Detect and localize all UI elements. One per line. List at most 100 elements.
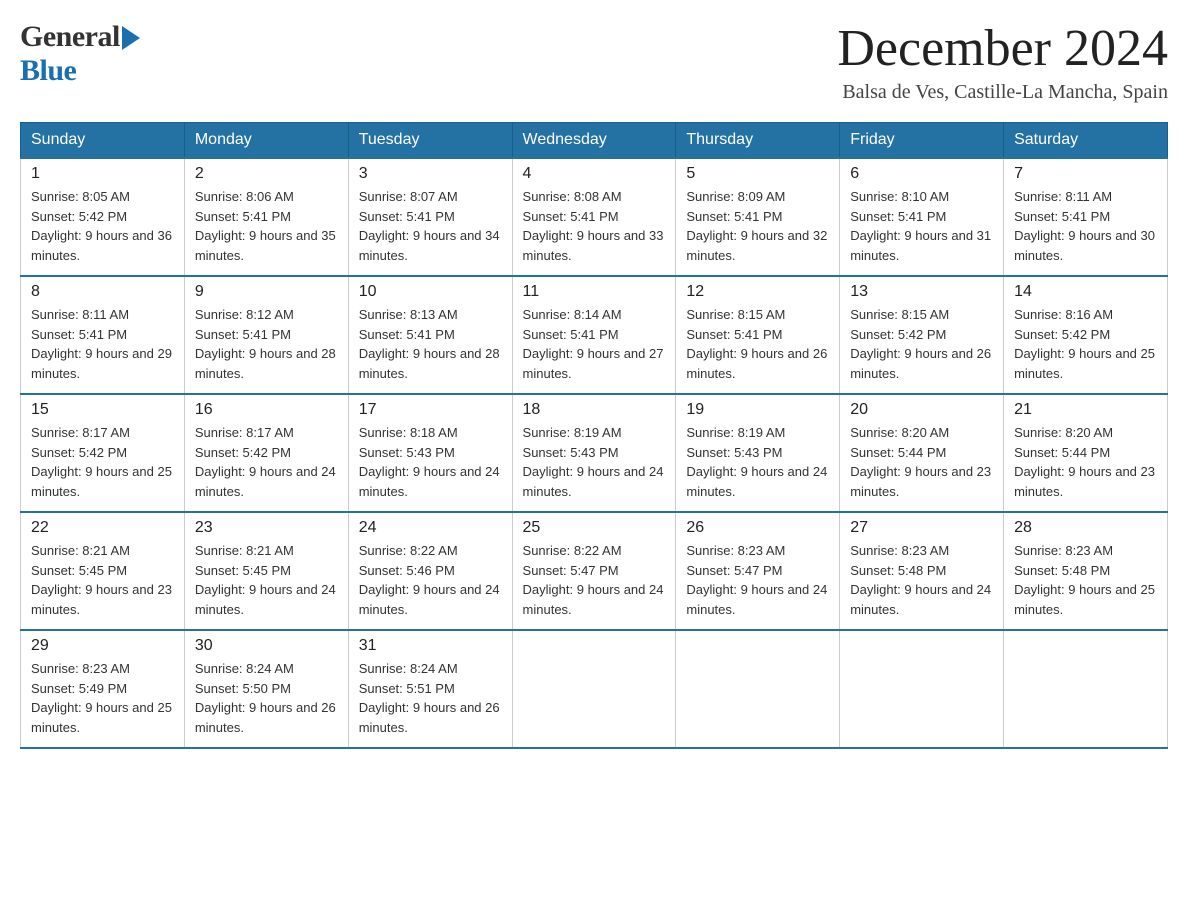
calendar-day-cell: 7 Sunrise: 8:11 AMSunset: 5:41 PMDaylight… xyxy=(1004,158,1168,276)
day-number: 29 xyxy=(31,637,174,655)
day-number: 15 xyxy=(31,401,174,419)
logo-arrow-icon xyxy=(122,26,140,50)
calendar-day-cell: 29 Sunrise: 8:23 AMSunset: 5:49 PMDayligh… xyxy=(21,630,185,748)
logo-general-text: General xyxy=(20,20,120,54)
calendar-day-cell xyxy=(512,630,676,748)
day-number: 18 xyxy=(523,401,666,419)
day-info: Sunrise: 8:16 AMSunset: 5:42 PMDaylight:… xyxy=(1014,305,1157,383)
day-info: Sunrise: 8:23 AMSunset: 5:48 PMDaylight:… xyxy=(1014,541,1157,619)
day-number: 21 xyxy=(1014,401,1157,419)
calendar-day-cell: 10Sunrise: 8:13 AMSunset: 5:41 PMDayligh… xyxy=(348,276,512,394)
day-info: Sunrise: 8:10 AMSunset: 5:41 PMDaylight:… xyxy=(850,187,993,265)
calendar-day-cell: 24 Sunrise: 8:22 AMSunset: 5:46 PMDayligh… xyxy=(348,512,512,630)
title-section: December 2024 Balsa de Ves, Castille-La … xyxy=(837,20,1168,104)
day-info: Sunrise: 8:15 AMSunset: 5:42 PMDaylight:… xyxy=(850,305,993,383)
day-number: 5 xyxy=(686,165,829,183)
calendar-day-cell: 18 Sunrise: 8:19 AMSunset: 5:43 PMDayligh… xyxy=(512,394,676,512)
calendar-day-cell: 2Sunrise: 8:06 AMSunset: 5:41 PMDaylight… xyxy=(184,158,348,276)
logo: General Blue xyxy=(20,20,140,88)
day-info: Sunrise: 8:12 AMSunset: 5:41 PMDaylight:… xyxy=(195,305,338,383)
calendar-day-cell: 14 Sunrise: 8:16 AMSunset: 5:42 PMDayligh… xyxy=(1004,276,1168,394)
day-number: 10 xyxy=(359,283,502,301)
day-number: 4 xyxy=(523,165,666,183)
day-number: 20 xyxy=(850,401,993,419)
calendar-day-cell: 8Sunrise: 8:11 AMSunset: 5:41 PMDaylight… xyxy=(21,276,185,394)
day-info: Sunrise: 8:08 AMSunset: 5:41 PMDaylight:… xyxy=(523,187,666,265)
day-number: 22 xyxy=(31,519,174,537)
day-info: Sunrise: 8:23 AMSunset: 5:49 PMDaylight:… xyxy=(31,659,174,737)
day-info: Sunrise: 8:22 AMSunset: 5:47 PMDaylight:… xyxy=(523,541,666,619)
calendar-table: SundayMondayTuesdayWednesdayThursdayFrid… xyxy=(20,122,1168,749)
day-info: Sunrise: 8:18 AMSunset: 5:43 PMDaylight:… xyxy=(359,423,502,501)
calendar-day-cell: 16Sunrise: 8:17 AMSunset: 5:42 PMDayligh… xyxy=(184,394,348,512)
calendar-week-row: 15 Sunrise: 8:17 AMSunset: 5:42 PMDayligh… xyxy=(21,394,1168,512)
day-info: Sunrise: 8:19 AMSunset: 5:43 PMDaylight:… xyxy=(523,423,666,501)
day-number: 9 xyxy=(195,283,338,301)
day-info: Sunrise: 8:11 AMSunset: 5:41 PMDaylight:… xyxy=(31,305,174,383)
day-number: 12 xyxy=(686,283,829,301)
day-info: Sunrise: 8:06 AMSunset: 5:41 PMDaylight:… xyxy=(195,187,338,265)
day-number: 30 xyxy=(195,637,338,655)
day-number: 31 xyxy=(359,637,502,655)
calendar-week-row: 1 Sunrise: 8:05 AMSunset: 5:42 PMDaylight… xyxy=(21,158,1168,276)
day-number: 27 xyxy=(850,519,993,537)
day-info: Sunrise: 8:07 AMSunset: 5:41 PMDaylight:… xyxy=(359,187,502,265)
day-number: 14 xyxy=(1014,283,1157,301)
calendar-day-cell: 13 Sunrise: 8:15 AMSunset: 5:42 PMDayligh… xyxy=(840,276,1004,394)
calendar-day-cell: 6 Sunrise: 8:10 AMSunset: 5:41 PMDaylight… xyxy=(840,158,1004,276)
calendar-day-cell: 28 Sunrise: 8:23 AMSunset: 5:48 PMDayligh… xyxy=(1004,512,1168,630)
calendar-week-row: 22 Sunrise: 8:21 AMSunset: 5:45 PMDayligh… xyxy=(21,512,1168,630)
calendar-day-cell: 15 Sunrise: 8:17 AMSunset: 5:42 PMDayligh… xyxy=(21,394,185,512)
calendar-day-cell: 22 Sunrise: 8:21 AMSunset: 5:45 PMDayligh… xyxy=(21,512,185,630)
day-number: 3 xyxy=(359,165,502,183)
calendar-day-cell: 3 Sunrise: 8:07 AMSunset: 5:41 PMDaylight… xyxy=(348,158,512,276)
calendar-day-cell: 21Sunrise: 8:20 AMSunset: 5:44 PMDayligh… xyxy=(1004,394,1168,512)
calendar-day-cell: 30 Sunrise: 8:24 AMSunset: 5:50 PMDayligh… xyxy=(184,630,348,748)
location-text: Balsa de Ves, Castille-La Mancha, Spain xyxy=(837,81,1168,104)
calendar-day-cell: 27 Sunrise: 8:23 AMSunset: 5:48 PMDayligh… xyxy=(840,512,1004,630)
day-number: 1 xyxy=(31,165,174,183)
day-info: Sunrise: 8:23 AMSunset: 5:48 PMDaylight:… xyxy=(850,541,993,619)
calendar-day-cell: 26Sunrise: 8:23 AMSunset: 5:47 PMDayligh… xyxy=(676,512,840,630)
calendar-week-row: 8Sunrise: 8:11 AMSunset: 5:41 PMDaylight… xyxy=(21,276,1168,394)
calendar-day-cell: 12 Sunrise: 8:15 AMSunset: 5:41 PMDayligh… xyxy=(676,276,840,394)
day-number: 25 xyxy=(523,519,666,537)
day-info: Sunrise: 8:24 AMSunset: 5:51 PMDaylight:… xyxy=(359,659,502,737)
calendar-day-cell xyxy=(1004,630,1168,748)
day-info: Sunrise: 8:17 AMSunset: 5:42 PMDaylight:… xyxy=(31,423,174,501)
day-info: Sunrise: 8:15 AMSunset: 5:41 PMDaylight:… xyxy=(686,305,829,383)
day-number: 28 xyxy=(1014,519,1157,537)
calendar-header-row: SundayMondayTuesdayWednesdayThursdayFrid… xyxy=(21,123,1168,159)
day-info: Sunrise: 8:22 AMSunset: 5:46 PMDaylight:… xyxy=(359,541,502,619)
day-number: 23 xyxy=(195,519,338,537)
day-number: 7 xyxy=(1014,165,1157,183)
day-number: 11 xyxy=(523,283,666,301)
day-of-week-header: Friday xyxy=(840,123,1004,159)
calendar-week-row: 29 Sunrise: 8:23 AMSunset: 5:49 PMDayligh… xyxy=(21,630,1168,748)
day-info: Sunrise: 8:19 AMSunset: 5:43 PMDaylight:… xyxy=(686,423,829,501)
calendar-day-cell: 25 Sunrise: 8:22 AMSunset: 5:47 PMDayligh… xyxy=(512,512,676,630)
day-of-week-header: Tuesday xyxy=(348,123,512,159)
day-info: Sunrise: 8:23 AMSunset: 5:47 PMDaylight:… xyxy=(686,541,829,619)
day-info: Sunrise: 8:11 AMSunset: 5:41 PMDaylight:… xyxy=(1014,187,1157,265)
day-number: 13 xyxy=(850,283,993,301)
page-header: General Blue December 2024 Balsa de Ves,… xyxy=(20,20,1168,104)
day-number: 17 xyxy=(359,401,502,419)
day-number: 6 xyxy=(850,165,993,183)
day-info: Sunrise: 8:24 AMSunset: 5:50 PMDaylight:… xyxy=(195,659,338,737)
calendar-day-cell: 20 Sunrise: 8:20 AMSunset: 5:44 PMDayligh… xyxy=(840,394,1004,512)
day-of-week-header: Sunday xyxy=(21,123,185,159)
day-number: 24 xyxy=(359,519,502,537)
calendar-day-cell: 11 Sunrise: 8:14 AMSunset: 5:41 PMDayligh… xyxy=(512,276,676,394)
calendar-day-cell: 19 Sunrise: 8:19 AMSunset: 5:43 PMDayligh… xyxy=(676,394,840,512)
day-of-week-header: Thursday xyxy=(676,123,840,159)
calendar-day-cell xyxy=(676,630,840,748)
day-info: Sunrise: 8:05 AMSunset: 5:42 PMDaylight:… xyxy=(31,187,174,265)
day-info: Sunrise: 8:21 AMSunset: 5:45 PMDaylight:… xyxy=(31,541,174,619)
day-info: Sunrise: 8:09 AMSunset: 5:41 PMDaylight:… xyxy=(686,187,829,265)
calendar-day-cell: 23Sunrise: 8:21 AMSunset: 5:45 PMDayligh… xyxy=(184,512,348,630)
day-info: Sunrise: 8:14 AMSunset: 5:41 PMDaylight:… xyxy=(523,305,666,383)
day-info: Sunrise: 8:20 AMSunset: 5:44 PMDaylight:… xyxy=(850,423,993,501)
calendar-day-cell: 31 Sunrise: 8:24 AMSunset: 5:51 PMDayligh… xyxy=(348,630,512,748)
day-number: 19 xyxy=(686,401,829,419)
